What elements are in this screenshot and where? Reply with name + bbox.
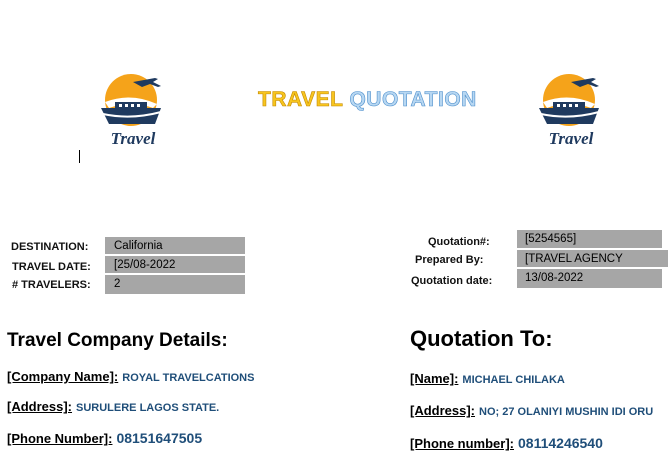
recipient-name-value: MICHAEL CHILAKA bbox=[462, 374, 565, 386]
company-name-row: [Company Name]: ROYAL TRAVELCATIONS bbox=[7, 369, 254, 384]
recipient-phone-key: [Phone number]: bbox=[410, 436, 514, 451]
travel-logo-left: Travel bbox=[95, 72, 167, 152]
company-address-row: [Address]: SURULERE LAGOS STATE. bbox=[7, 399, 219, 414]
quotation-date-field[interactable]: 13/08-2022 bbox=[517, 269, 662, 288]
logo-text: Travel bbox=[549, 129, 594, 148]
company-phone-key: [Phone Number]: bbox=[7, 431, 113, 446]
travel-date-field[interactable]: [25/08-2022 bbox=[105, 256, 245, 273]
recipient-address-value: NO; 27 OLANIYI MUSHIN IDI ORU bbox=[479, 406, 654, 418]
recipient-name-key: [Name]: bbox=[410, 371, 459, 386]
document-title: TRAVEL QUOTATION bbox=[258, 88, 477, 112]
travel-logo-graphic: Travel bbox=[101, 74, 162, 148]
recipient-phone-value: 08114246540 bbox=[518, 435, 603, 451]
quotation-number-field[interactable]: [5254565] bbox=[517, 230, 662, 248]
company-name-value: ROYAL TRAVELCATIONS bbox=[122, 372, 255, 384]
recipient-phone-row: [Phone number]: 08114246540 bbox=[410, 435, 603, 451]
prepared-by-label: Prepared By: bbox=[415, 254, 484, 266]
company-phone-row: [Phone Number]: 08151647505 bbox=[7, 430, 202, 446]
quotation-to-heading: Quotation To: bbox=[410, 326, 553, 351]
logo-text: Travel bbox=[111, 129, 156, 148]
destination-label: DESTINATION: bbox=[11, 241, 89, 253]
quotation-date-label: Quotation date: bbox=[411, 275, 493, 287]
company-details-heading: Travel Company Details: bbox=[7, 330, 228, 351]
travelers-field[interactable]: 2 bbox=[105, 275, 245, 294]
recipient-name-row: [Name]: MICHAEL CHILAKA bbox=[410, 371, 565, 386]
recipient-address-key: [Address]: bbox=[410, 403, 476, 418]
travel-logo-graphic: Travel bbox=[539, 74, 600, 148]
text-cursor bbox=[79, 150, 80, 163]
company-address-key: [Address]: bbox=[7, 399, 73, 414]
travel-date-label: TRAVEL DATE: bbox=[12, 261, 91, 273]
travelers-label: # TRAVELERS: bbox=[12, 279, 91, 291]
title-word-quotation: QUOTATION bbox=[349, 88, 477, 112]
travel-logo-right: Travel bbox=[533, 72, 605, 152]
company-phone-value: 08151647505 bbox=[116, 430, 203, 446]
destination-field[interactable]: California bbox=[105, 237, 245, 254]
company-address-value: SURULERE LAGOS STATE. bbox=[76, 402, 220, 414]
title-word-travel: TRAVEL bbox=[258, 88, 344, 112]
recipient-address-row: [Address]: NO; 27 OLANIYI MUSHIN IDI ORU bbox=[410, 403, 653, 418]
prepared-by-field[interactable]: [TRAVEL AGENCY bbox=[517, 250, 668, 267]
company-name-key: [Company Name]: bbox=[7, 369, 119, 384]
quotation-number-label: Quotation#: bbox=[428, 236, 490, 248]
